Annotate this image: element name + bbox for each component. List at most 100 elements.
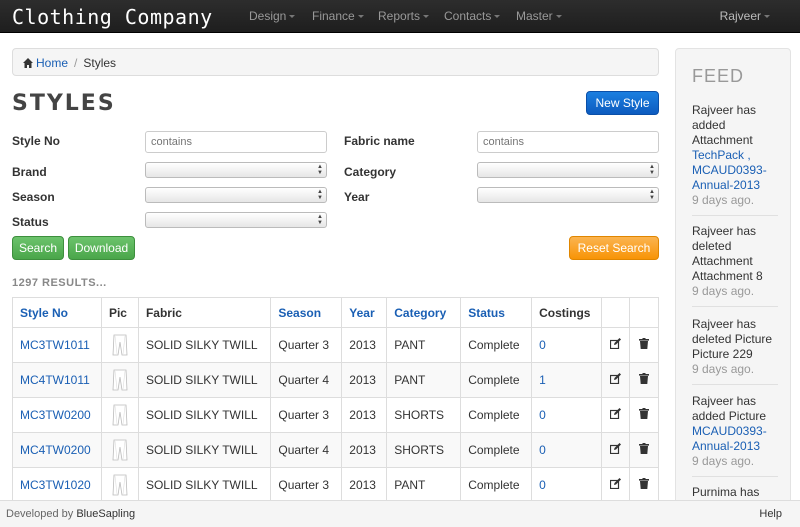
- garment-thumbnail[interactable]: [109, 369, 131, 391]
- style-no-link[interactable]: MC3TW0200: [20, 408, 91, 422]
- style-no-link[interactable]: MC4TW1011: [20, 373, 90, 387]
- user-menu[interactable]: Rajveer: [720, 9, 770, 23]
- fabric-cell: SOLID SILKY TWILL: [137, 397, 272, 433]
- caret-down-icon: [357, 15, 364, 19]
- reset-search-button[interactable]: Reset Search: [569, 236, 659, 260]
- feed-item: Rajveer has added Picture MCAUD0393-Annu…: [692, 394, 778, 469]
- edit-icon[interactable]: [609, 408, 622, 422]
- garment-thumbnail[interactable]: [109, 404, 131, 426]
- trash-icon[interactable]: [639, 443, 649, 457]
- download-button[interactable]: Download: [68, 236, 135, 260]
- feed-item-text: Purnima has: [692, 485, 760, 499]
- costings-cell: 0: [531, 467, 603, 503]
- col-season[interactable]: Season: [270, 297, 343, 328]
- season-label: Season: [12, 190, 55, 204]
- trash-icon[interactable]: [639, 338, 649, 352]
- status-cell: Complete: [460, 327, 533, 363]
- col-year[interactable]: Year: [341, 297, 388, 328]
- feed-title: FEED: [692, 66, 745, 86]
- feed-item-text: Rajveer has deleted Picture Picture 229: [692, 317, 773, 361]
- select-arrows-icon: ▲ ▼: [317, 189, 323, 201]
- search-button[interactable]: Search: [12, 236, 64, 260]
- feed-item: Purnima has: [692, 485, 778, 500]
- trash-icon[interactable]: [639, 478, 649, 492]
- help-link[interactable]: Help: [759, 508, 782, 520]
- top-navbar: Clothing Company Design Finance Reports …: [0, 0, 800, 33]
- category-select[interactable]: ▲ ▼: [477, 162, 659, 178]
- season-cell: Quarter 4: [270, 362, 343, 398]
- delete-cell: [629, 397, 659, 433]
- brand-logo[interactable]: Clothing Company: [12, 5, 213, 29]
- nav-design[interactable]: Design: [249, 9, 296, 23]
- delete-cell: [629, 432, 659, 468]
- feed-item-text: Rajveer has deleted Attachment Attachmen…: [692, 224, 763, 283]
- trash-icon[interactable]: [639, 373, 649, 387]
- brand-label: Brand: [12, 165, 47, 179]
- edit-icon[interactable]: [609, 338, 622, 352]
- caret-down-icon: [423, 15, 430, 19]
- style-no-link[interactable]: MC3TW1011: [20, 338, 90, 352]
- costings-link[interactable]: 0: [539, 443, 546, 457]
- col-category[interactable]: Category: [386, 297, 462, 328]
- breadcrumb-current: Styles: [83, 56, 117, 70]
- style-no-cell: MC3TW1020: [12, 467, 102, 503]
- pic-cell: [100, 467, 139, 503]
- edit-icon[interactable]: [609, 373, 622, 387]
- style-no-input[interactable]: [145, 131, 327, 153]
- delete-cell: [629, 362, 659, 398]
- year-cell: 2013: [341, 362, 388, 398]
- style-no-link[interactable]: MC4TW0200: [20, 443, 91, 457]
- style-no-link[interactable]: MC3TW1020: [20, 478, 91, 492]
- costings-link[interactable]: 1: [539, 373, 546, 387]
- category-cell: SHORTS: [386, 397, 462, 433]
- category-label: Category: [344, 165, 397, 179]
- year-cell: 2013: [341, 432, 388, 468]
- breadcrumb-home-link[interactable]: Home: [36, 56, 68, 70]
- feed-item-link[interactable]: TechPack , MCAUD0393-Annual-2013: [692, 148, 767, 192]
- footer-company-link[interactable]: BlueSapling: [76, 508, 135, 520]
- col-style-no[interactable]: Style No: [12, 297, 102, 328]
- nav-master[interactable]: Master: [516, 9, 562, 23]
- feed-item-text: Rajveer has added Picture: [692, 394, 767, 423]
- edit-cell: [601, 397, 631, 433]
- nav-contacts[interactable]: Contacts: [444, 9, 501, 23]
- season-select[interactable]: ▲ ▼: [145, 187, 327, 203]
- new-style-button[interactable]: New Style: [586, 91, 659, 115]
- costings-link[interactable]: 0: [539, 338, 546, 352]
- feed-divider: [692, 306, 778, 307]
- status-select[interactable]: ▲ ▼: [145, 212, 327, 228]
- feed-item: Rajveer has deleted Picture Picture 229 …: [692, 317, 778, 377]
- caret-down-icon: [494, 15, 501, 19]
- delete-cell: [629, 327, 659, 363]
- garment-thumbnail[interactable]: [109, 474, 131, 496]
- edit-icon[interactable]: [609, 443, 622, 457]
- styles-table: Style No Pic Fabric Season Year Category…: [12, 297, 659, 503]
- nav-reports[interactable]: Reports: [378, 9, 430, 23]
- select-arrows-icon: ▲ ▼: [317, 164, 323, 176]
- col-status[interactable]: Status: [460, 297, 533, 328]
- costings-cell: 1: [531, 362, 603, 398]
- trash-icon[interactable]: [639, 408, 649, 422]
- pic-cell: [100, 432, 139, 468]
- table-header-row: Style No Pic Fabric Season Year Category…: [12, 297, 659, 328]
- page-title: STYLES: [12, 91, 116, 116]
- costings-link[interactable]: 0: [539, 408, 546, 422]
- feed-item-link[interactable]: MCAUD0393-Annual-2013: [692, 424, 767, 453]
- year-select[interactable]: ▲ ▼: [477, 187, 659, 203]
- user-name: Rajveer: [719, 9, 761, 23]
- table-row: MC4TW1011 SOLID SILKY TWILL Quarter 4 2013 P…: [12, 362, 659, 398]
- garment-thumbnail[interactable]: [109, 334, 131, 356]
- pic-cell: [100, 327, 139, 363]
- fabric-name-input[interactable]: [477, 131, 659, 153]
- feed-divider: [692, 476, 778, 477]
- footer: Developed by BlueSapling Help: [0, 500, 800, 527]
- garment-thumbnail[interactable]: [109, 439, 131, 461]
- edit-icon[interactable]: [609, 478, 622, 492]
- caret-down-icon: [555, 15, 562, 19]
- status-cell: Complete: [460, 397, 533, 433]
- costings-link[interactable]: 0: [539, 478, 546, 492]
- category-cell: PANT: [386, 467, 462, 503]
- nav-finance[interactable]: Finance: [312, 9, 364, 23]
- col-pic: Pic: [100, 297, 139, 328]
- brand-select[interactable]: ▲ ▼: [145, 162, 327, 178]
